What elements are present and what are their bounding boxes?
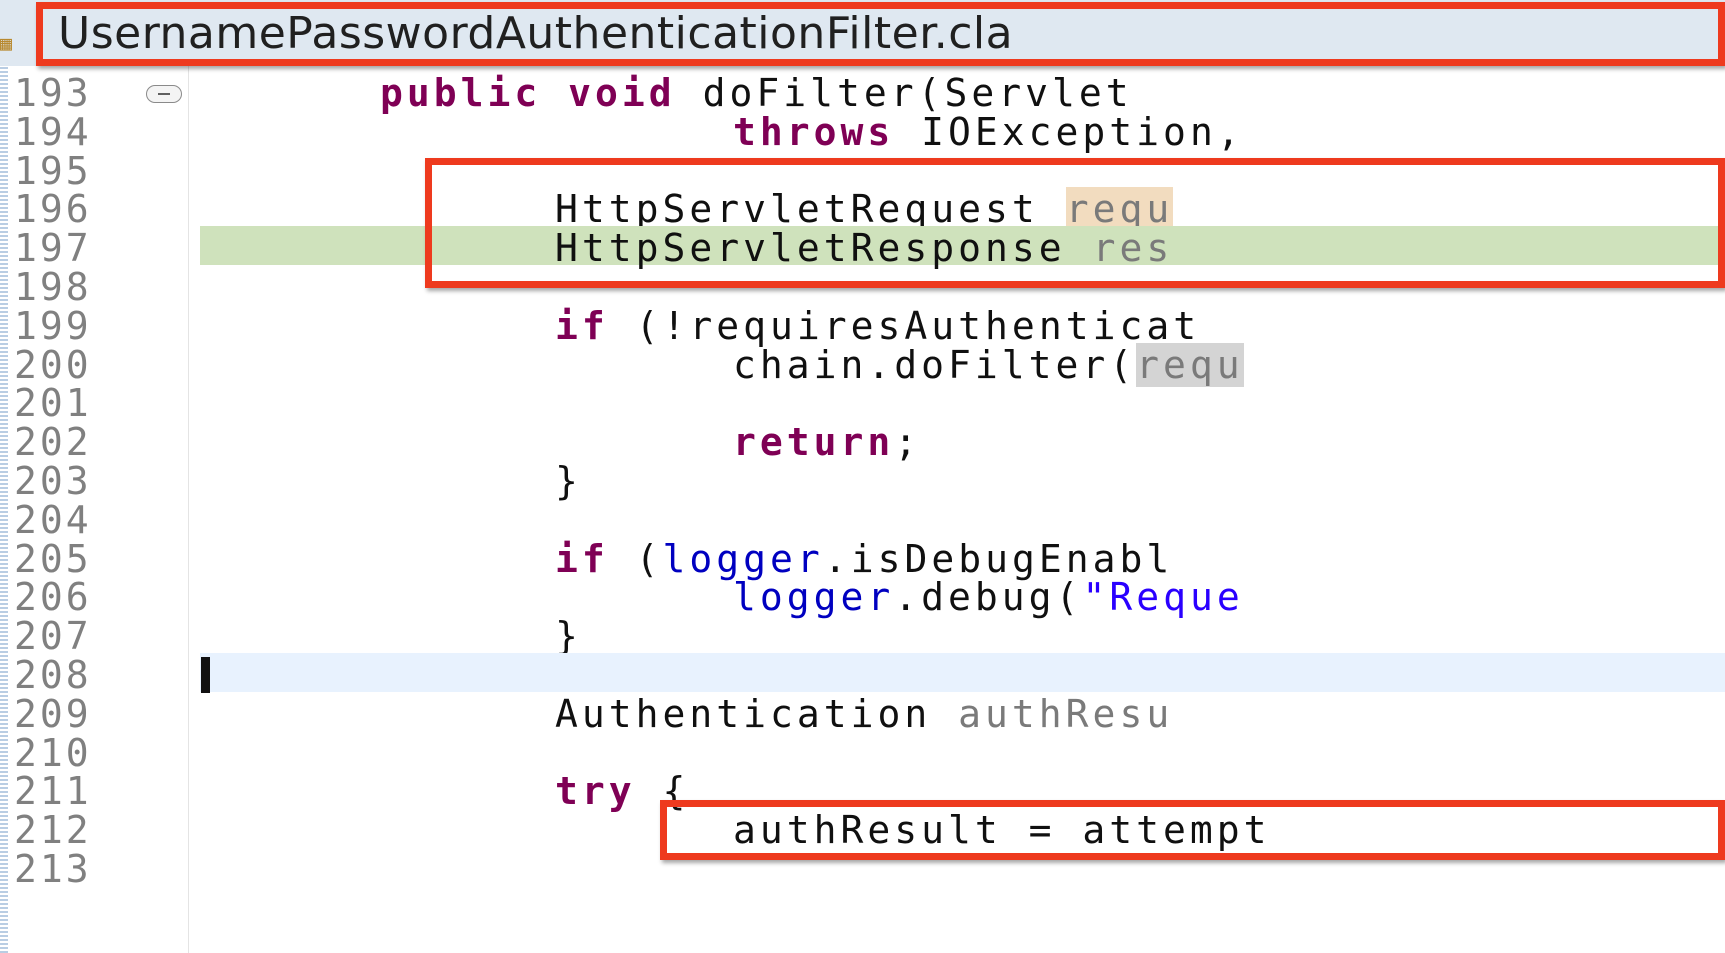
line-number: 207 <box>14 614 92 659</box>
code-token: requ <box>1065 187 1174 232</box>
code-line[interactable]: 203} <box>0 459 1725 503</box>
line-number: 201 <box>14 381 92 426</box>
code-line[interactable]: 207} <box>0 614 1725 659</box>
code-line[interactable]: 205 if (logger.isDebugEnabl <box>0 536 1725 581</box>
line-number: 200 <box>14 342 92 387</box>
code-token: requ <box>1136 342 1244 387</box>
keyword-token: public <box>380 71 542 115</box>
code-line[interactable]: 198 <box>0 265 1725 309</box>
editor-tab-bar: ▦ UsernamePasswordAuthenticationFilter.c… <box>0 0 1725 66</box>
code-line[interactable]: 206 logger.debug("Reque <box>0 575 1725 620</box>
eclipse-editor-window: ▦ UsernamePasswordAuthenticationFilter.c… <box>0 0 1725 953</box>
line-number: 205 <box>14 536 92 581</box>
code-text: HttpServletResponse res <box>555 228 1173 268</box>
keyword-token: if <box>555 303 609 348</box>
class-file-icon: ▦ <box>0 31 13 55</box>
code-text: public void doFilter(Servlet <box>380 73 1133 113</box>
code-token: Authentication <box>555 691 959 736</box>
code-line[interactable]: 197 HttpServletResponse res <box>0 226 1725 271</box>
line-number: 194 <box>14 109 92 154</box>
code-line[interactable]: 194 throws IOException, <box>0 109 1725 154</box>
code-token: chain.doFilter( <box>733 342 1137 387</box>
code-text: throws IOException, <box>733 112 1244 152</box>
code-token: HttpServletRequest <box>555 187 1066 232</box>
line-number: 199 <box>14 303 92 348</box>
line-number: 208 <box>14 653 92 697</box>
code-line[interactable]: 196 HttpServletRequest requ <box>0 187 1725 232</box>
line-number: 196 <box>14 187 92 232</box>
code-text: authResult = attempt <box>733 810 1271 850</box>
code-line[interactable]: 193 public void doFilter(Servlet <box>0 71 1725 115</box>
code-token: { <box>635 769 690 814</box>
code-token: .isDebugEnabl <box>823 536 1174 581</box>
text-cursor <box>201 657 210 693</box>
code-line[interactable]: 202 return; <box>0 420 1725 465</box>
keyword-token: void <box>568 71 676 115</box>
keyword-token: throws <box>733 109 895 154</box>
code-token: res <box>1092 226 1174 271</box>
code-line[interactable]: 213 <box>0 847 1725 891</box>
line-number: 202 <box>14 420 92 465</box>
code-token: = attempt <box>1001 808 1271 853</box>
code-text: Authentication authResu <box>555 694 1173 734</box>
code-text: if (!requiresAuthenticat <box>555 306 1200 346</box>
line-number: 203 <box>14 459 92 503</box>
collapse-fold-icon[interactable] <box>146 85 182 103</box>
code-text: } <box>555 616 582 656</box>
code-line[interactable]: 199 if (!requiresAuthenticat <box>0 303 1725 348</box>
line-number: 210 <box>14 730 92 775</box>
keyword-token: if <box>555 536 609 581</box>
editor-tab-title[interactable]: UsernamePasswordAuthenticationFilter.cla <box>58 8 1013 60</box>
line-number: 206 <box>14 575 92 620</box>
line-number: 209 <box>14 691 92 736</box>
line-number: 195 <box>14 148 92 193</box>
code-line[interactable]: 200 chain.doFilter(requ <box>0 342 1725 387</box>
code-line[interactable]: 204 <box>0 497 1725 542</box>
code-token: IOException, <box>894 109 1244 154</box>
code-text: logger.debug("Reque <box>733 577 1244 617</box>
code-token: HttpServletResponse <box>555 226 1093 271</box>
line-number: 197 <box>14 226 92 271</box>
string-token: "Reque <box>1082 575 1244 620</box>
code-token: .debug( <box>894 575 1083 620</box>
line-number: 204 <box>14 497 92 542</box>
code-text: try { <box>555 771 689 811</box>
code-token: authResult <box>733 808 1002 853</box>
code-line[interactable]: 201 <box>0 381 1725 426</box>
line-number: 211 <box>14 769 92 814</box>
keyword-token: return <box>733 420 895 465</box>
code-token: ( <box>608 536 663 581</box>
code-line[interactable]: 212 authResult = attempt <box>0 808 1725 853</box>
line-number: 198 <box>14 265 92 309</box>
line-number: 213 <box>14 847 92 891</box>
keyword-token: try <box>555 769 636 814</box>
code-line[interactable]: 209 Authentication authResu <box>0 691 1725 736</box>
code-text: HttpServletRequest requ <box>555 187 1174 232</box>
code-token: doFilter(Servlet <box>675 71 1133 115</box>
code-line[interactable]: 208 <box>0 653 1725 697</box>
line-number: 193 <box>14 71 92 115</box>
line-number: 212 <box>14 808 92 853</box>
code-text: } <box>555 461 582 501</box>
code-token: } <box>555 459 582 503</box>
code-line[interactable]: 211 try { <box>0 769 1725 814</box>
code-line[interactable]: 195 <box>0 148 1725 193</box>
field-token: logger <box>733 575 895 620</box>
code-text: chain.doFilter(requ <box>733 342 1244 387</box>
code-editor[interactable]: 193 public void doFilter(Servlet 194 throws… <box>0 66 1725 953</box>
code-text: if (logger.isDebugEnabl <box>555 539 1173 579</box>
code-text: return; <box>733 422 921 462</box>
code-token: ; <box>894 420 922 465</box>
code-token: (!requiresAuthenticat <box>608 303 1201 348</box>
code-line[interactable]: 210 <box>0 730 1725 775</box>
code-token: } <box>555 614 582 659</box>
field-token: logger <box>662 536 824 581</box>
code-token: authResu <box>958 691 1174 736</box>
